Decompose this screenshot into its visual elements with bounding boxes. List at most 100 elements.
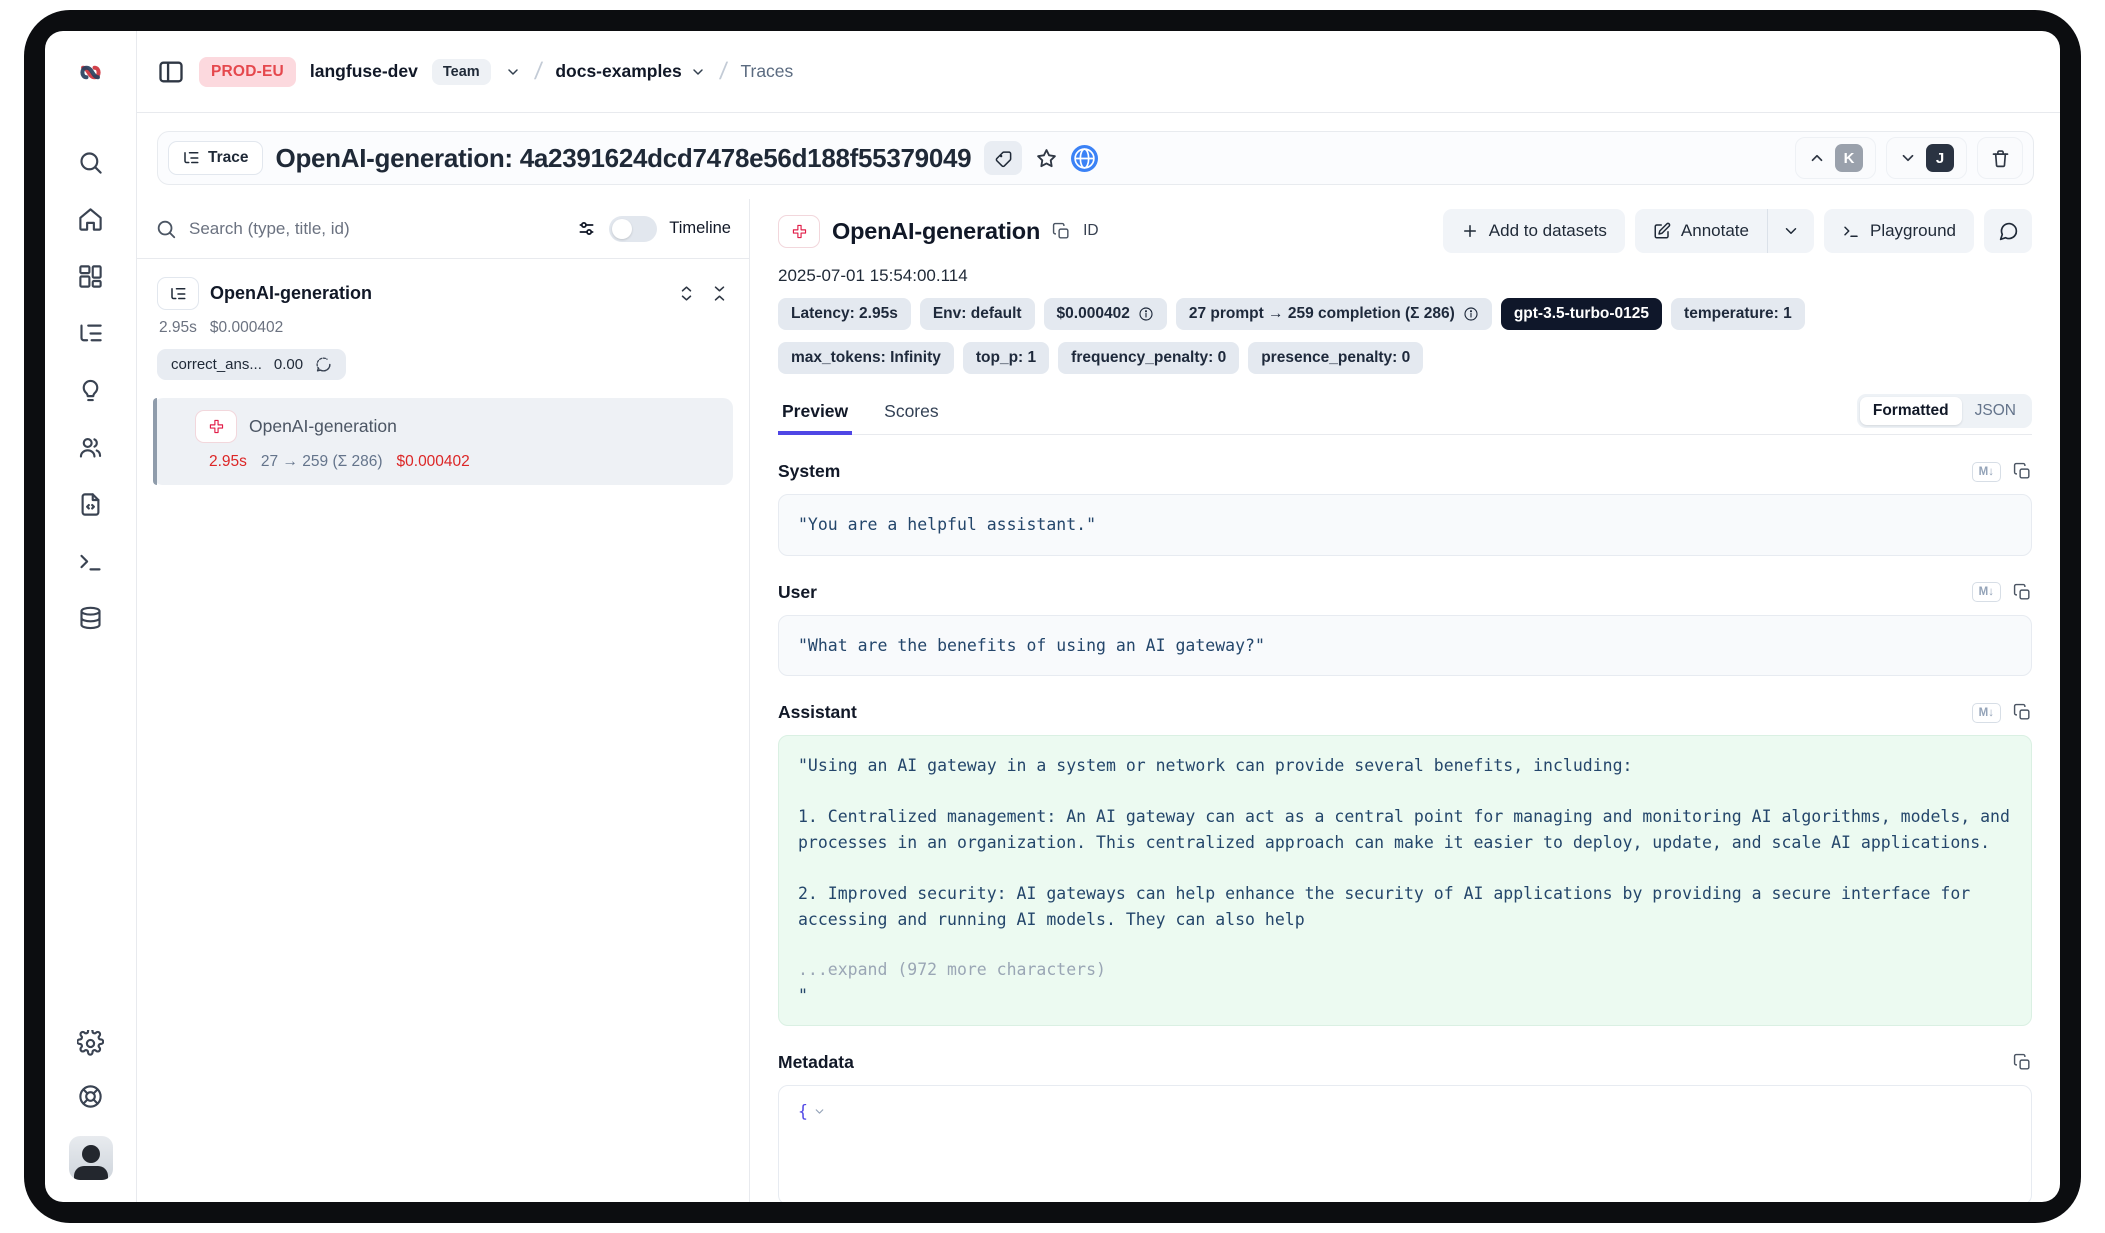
system-message-box: "You are a helpful assistant.": [778, 494, 2032, 556]
score-name: correct_ans...: [171, 356, 262, 373]
tab-scores[interactable]: Scores: [880, 401, 942, 434]
score-value: 0.00: [274, 356, 303, 373]
expand-link[interactable]: ...expand (972 more characters): [798, 957, 2012, 983]
parameter-badges-row1: Latency: 2.95s Env: default $0.000402 27…: [778, 298, 2032, 330]
cost-badge-label: $0.000402: [1057, 305, 1130, 323]
timeline-toggle[interactable]: [609, 216, 657, 242]
observation-title: OpenAI-generation: [832, 218, 1040, 245]
markdown-toggle-icon[interactable]: M↓: [1972, 462, 2001, 482]
project-selector[interactable]: docs-examples: [555, 61, 705, 82]
system-heading: System: [778, 461, 840, 482]
next-keycap: J: [1926, 144, 1954, 172]
edit-pencil-icon: [1653, 222, 1671, 240]
tag-icon[interactable]: [984, 141, 1022, 175]
collapse-chevron-icon[interactable]: [813, 1105, 826, 1118]
langfuse-logo-icon[interactable]: [77, 31, 104, 113]
trace-title-bar: Trace OpenAI-generation: 4a2391624dcd747…: [157, 131, 2034, 185]
unfold-vertical-icon[interactable]: [677, 284, 696, 303]
workspace-split: Timeline OpenAI-generation: [137, 199, 2060, 1202]
top-p-badge: top_p: 1: [963, 342, 1049, 374]
trace-cost: $0.000402: [210, 319, 283, 337]
public-globe-icon[interactable]: [1071, 145, 1098, 172]
generation-icon: [778, 215, 820, 248]
user-avatar[interactable]: [69, 1136, 113, 1180]
id-label: ID: [1083, 222, 1099, 240]
fold-vertical-icon[interactable]: [710, 284, 729, 303]
playground-label: Playground: [1870, 221, 1956, 241]
breadcrumb-traces-link[interactable]: Traces: [740, 61, 793, 82]
preview-tabs: Preview Scores Formatted JSON: [778, 394, 2032, 435]
playground-button[interactable]: Playground: [1824, 209, 1974, 253]
evaluation-lightbulb-icon[interactable]: [77, 377, 104, 404]
org-tier-badge: Team: [432, 59, 491, 85]
presence-penalty-badge: presence_penalty: 0: [1248, 342, 1423, 374]
copy-icon[interactable]: [2013, 583, 2032, 602]
datasets-icon[interactable]: [77, 605, 104, 632]
json-toggle-option[interactable]: JSON: [1962, 397, 2029, 425]
system-section-header: System M↓: [778, 461, 2032, 482]
json-open-brace: {: [798, 1102, 808, 1121]
trace-type-chip[interactable]: Trace: [168, 141, 263, 175]
support-lifebuoy-icon[interactable]: [77, 1083, 104, 1110]
copy-icon[interactable]: [2013, 1053, 2032, 1072]
generation-label: OpenAI-generation: [249, 416, 397, 437]
prompts-icon[interactable]: [77, 491, 104, 518]
project-name: docs-examples: [555, 61, 681, 82]
observation-header: OpenAI-generation ID Add to datasets: [778, 209, 2032, 253]
info-icon[interactable]: [1463, 306, 1479, 322]
add-to-datasets-button[interactable]: Add to datasets: [1443, 209, 1625, 253]
prev-trace-button[interactable]: K: [1795, 137, 1876, 179]
tab-preview[interactable]: Preview: [778, 401, 852, 434]
markdown-toggle-icon[interactable]: M↓: [1972, 582, 2001, 602]
model-badge[interactable]: gpt-3.5-turbo-0125: [1501, 298, 1662, 330]
user-section-header: User M↓: [778, 582, 2032, 603]
view-settings-icon[interactable]: [576, 218, 597, 239]
copy-icon[interactable]: [2013, 462, 2032, 481]
next-trace-button[interactable]: J: [1886, 137, 1967, 179]
cost-badge: $0.000402: [1044, 298, 1167, 330]
trace-root-metrics: 2.95s $0.000402: [159, 319, 733, 337]
comments-button[interactable]: [1984, 209, 2032, 253]
trace-type-label: Trace: [208, 149, 249, 167]
observation-actions: Add to datasets Annotate: [1443, 209, 2032, 253]
org-chevron-down-icon[interactable]: [505, 64, 521, 80]
trace-latency: 2.95s: [159, 319, 197, 337]
user-message-box: "What are the benefits of using an AI ga…: [778, 615, 2032, 677]
playground-terminal-icon[interactable]: [77, 548, 104, 575]
dashboards-icon[interactable]: [77, 263, 104, 290]
panel-left-toggle-icon[interactable]: [157, 58, 185, 86]
project-chevron-down-icon[interactable]: [690, 64, 706, 80]
trace-root-label: OpenAI-generation: [210, 283, 372, 304]
observation-io-scroll[interactable]: System M↓ "You are a helpful assistant.": [778, 435, 2032, 1202]
org-name[interactable]: langfuse-dev: [310, 61, 418, 82]
search-icon[interactable]: [77, 149, 104, 176]
annotate-menu-chevron-icon[interactable]: [1767, 209, 1814, 253]
delete-trace-icon[interactable]: [1977, 137, 2023, 179]
copy-id-icon[interactable]: [1052, 222, 1071, 241]
trace-tree: OpenAI-generation 2.95s $0.000402 correc…: [137, 259, 749, 503]
info-icon[interactable]: [1138, 306, 1154, 322]
score-badge[interactable]: correct_ans... 0.00: [157, 349, 346, 380]
bookmark-star-icon[interactable]: [1035, 147, 1058, 170]
trace-node-icon: [157, 277, 199, 310]
parameter-badges-row2: max_tokens: Infinity top_p: 1 frequency_…: [778, 342, 2032, 374]
annotate-button[interactable]: Annotate: [1635, 209, 1767, 253]
tree-root-row[interactable]: OpenAI-generation: [153, 277, 733, 310]
generation-latency: 2.95s: [209, 453, 247, 471]
copy-icon[interactable]: [2013, 703, 2032, 722]
markdown-toggle-icon[interactable]: M↓: [1972, 703, 2001, 723]
formatted-toggle-option[interactable]: Formatted: [1860, 397, 1962, 425]
tracing-icon[interactable]: [77, 320, 104, 347]
users-icon[interactable]: [77, 434, 104, 461]
home-icon[interactable]: [77, 206, 104, 233]
assistant-closing-quote: ": [798, 983, 2012, 1009]
prev-keycap: K: [1835, 144, 1863, 172]
observation-panel: OpenAI-generation ID Add to datasets: [750, 199, 2060, 1202]
tree-search-input[interactable]: [189, 219, 564, 239]
breadcrumb: PROD-EU langfuse-dev Team / docs-example…: [137, 31, 2060, 113]
assistant-message-text: "Using an AI gateway in a system or netw…: [798, 753, 2012, 932]
assistant-message-box: "Using an AI gateway in a system or netw…: [778, 735, 2032, 1026]
max-tokens-badge: max_tokens: Infinity: [778, 342, 954, 374]
settings-gear-icon[interactable]: [77, 1030, 104, 1057]
generation-node-selected[interactable]: OpenAI-generation 2.95s 27 → 259 (Σ 286)…: [153, 398, 733, 485]
